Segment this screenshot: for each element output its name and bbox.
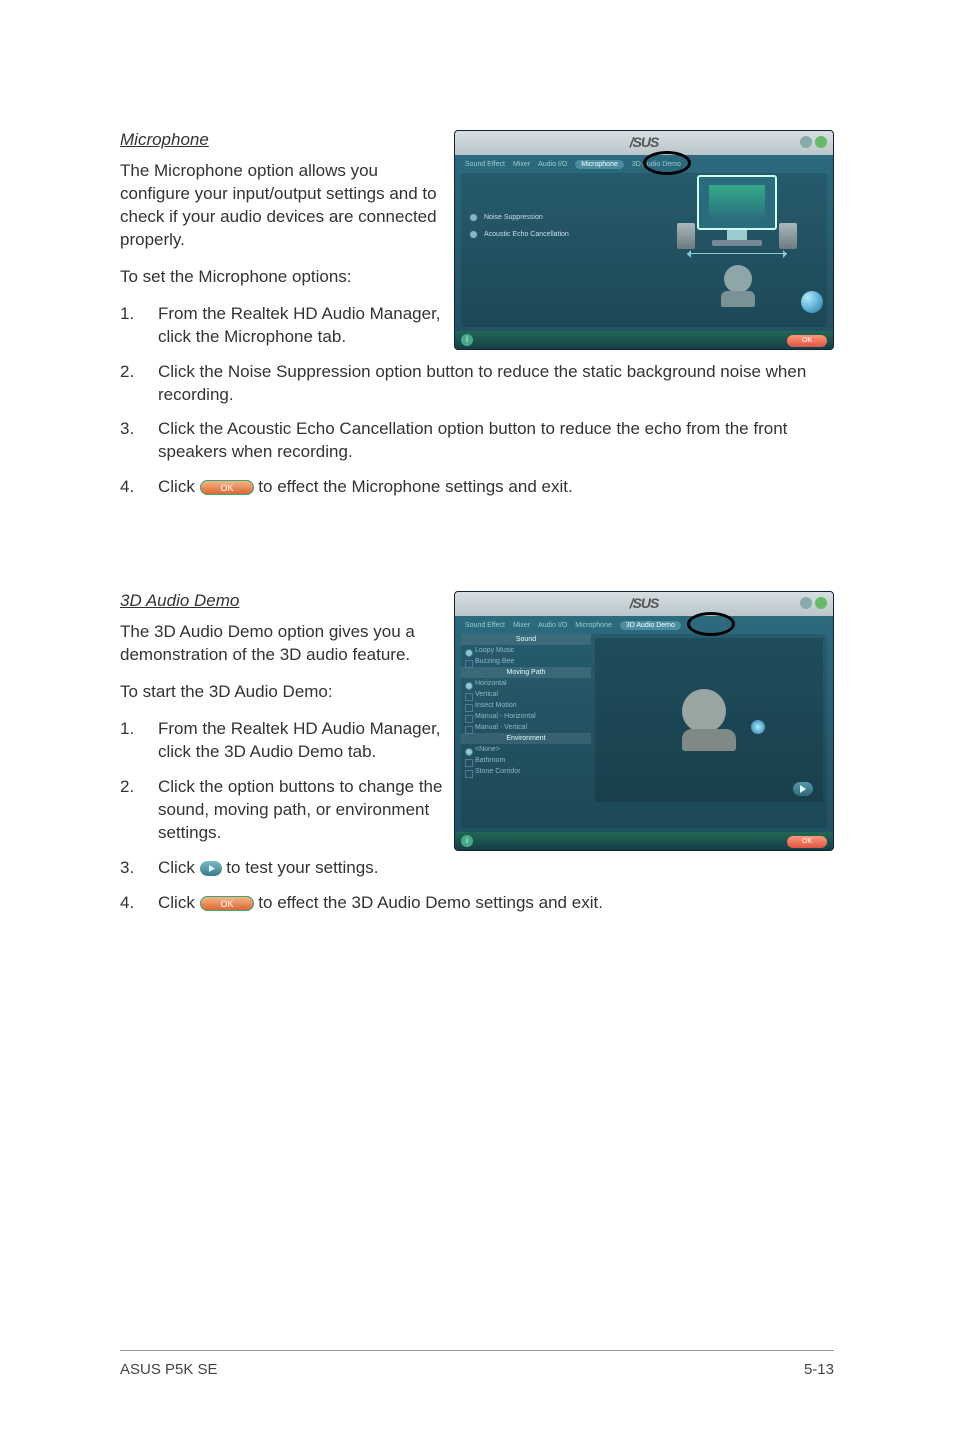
ok-button-icon: OK [200, 479, 254, 496]
item-man-h: Manual - Horizontal [461, 711, 591, 722]
play-button-icon [200, 860, 222, 877]
close-icon [815, 597, 827, 609]
brand-logo: /SUS [630, 595, 659, 611]
play-icon [793, 782, 813, 796]
globe-icon [801, 291, 823, 313]
mic-step1: From the Realtek HD Audio Manager, click… [158, 303, 450, 349]
tab-audio-io: Audio I/O [538, 622, 567, 629]
minimize-icon [800, 597, 812, 609]
text-fragment: Click [158, 893, 200, 912]
mic-intro: The Microphone option allows you configu… [120, 160, 450, 252]
mic-step2: Click the Noise Suppression option butto… [158, 361, 834, 407]
item-bathroom: Bathroom [461, 755, 591, 766]
text-fragment: Click [158, 858, 200, 877]
mic-step3: Click the Acoustic Echo Cancellation opt… [158, 418, 834, 464]
info-icon: i [461, 334, 473, 346]
opt-noise-suppression: Noise Suppression [484, 214, 543, 221]
head-graphic [682, 689, 736, 751]
demo-step3: Click to test your settings. [158, 857, 834, 880]
demo-step1: From the Realtek HD Audio Manager, click… [158, 718, 450, 764]
item-loopy: Loopy Music [461, 645, 591, 656]
brand-logo: /SUS [630, 134, 659, 150]
demo-step4: Click OK to effect the 3D Audio Demo set… [158, 892, 834, 915]
group-path: Moving Path [461, 667, 591, 678]
text-fragment: to test your settings. [226, 858, 378, 877]
close-icon [815, 136, 827, 148]
opt-acoustic-echo: Acoustic Echo Cancellation [484, 231, 569, 238]
item-insect: Insect Motion [461, 700, 591, 711]
ok-button: OK [787, 335, 827, 347]
mic-toset: To set the Microphone options: [120, 266, 450, 289]
svg-text:OK: OK [220, 483, 233, 493]
step-num: 3. [120, 418, 158, 464]
orbit-ball-icon [751, 720, 765, 734]
demo-screenshot: /SUS Sound Effect Mixer Audio I/O Microp… [454, 591, 834, 851]
ok-button-icon: OK [200, 895, 254, 912]
item-none: <None> [461, 744, 591, 755]
monitor-graphic [677, 175, 797, 305]
mic-step4: Click OK to effect the Microphone settin… [158, 476, 834, 499]
demo-intro: The 3D Audio Demo option gives you a dem… [120, 621, 450, 667]
callout-circle [643, 151, 691, 175]
text-fragment: to effect the 3D Audio Demo settings and… [258, 893, 603, 912]
group-env: Environment [461, 733, 591, 744]
step-num: 1. [120, 303, 158, 349]
step-num: 1. [120, 718, 158, 764]
step-num: 4. [120, 476, 158, 499]
demo-step2: Click the option buttons to change the s… [158, 776, 450, 845]
item-buzz: Buzzing Bee [461, 656, 591, 667]
mic-screenshot: /SUS Sound Effect Mixer Audio I/O Microp… [454, 130, 834, 350]
tab-microphone: Microphone [575, 160, 624, 169]
group-sound: Sound [461, 634, 591, 645]
radio-icon [469, 230, 478, 239]
tab-mixer: Mixer [513, 622, 530, 629]
radio-icon [469, 213, 478, 222]
item-vertical: Vertical [461, 689, 591, 700]
text-fragment: Click [158, 477, 200, 496]
tab-3d-demo: 3D Audio Demo [620, 621, 681, 630]
svg-text:OK: OK [220, 899, 233, 909]
tab-audio-io: Audio I/O [538, 161, 567, 168]
step-num: 3. [120, 857, 158, 880]
minimize-icon [800, 136, 812, 148]
tab-microphone: Microphone [575, 622, 612, 629]
item-horizontal: Horizontal [461, 678, 591, 689]
tab-mixer: Mixer [513, 161, 530, 168]
info-icon: i [461, 835, 473, 847]
item-stone: Stone Corridor [461, 766, 591, 777]
step-num: 2. [120, 361, 158, 407]
tab-sound-effect: Sound Effect [465, 161, 505, 168]
demo-tostart: To start the 3D Audio Demo: [120, 681, 450, 704]
step-num: 2. [120, 776, 158, 845]
tab-sound-effect: Sound Effect [465, 622, 505, 629]
footer-left: ASUS P5K SE [120, 1361, 218, 1378]
ok-button: OK [787, 836, 827, 848]
step-num: 4. [120, 892, 158, 915]
footer-right: 5-13 [804, 1361, 834, 1378]
item-man-v: Manual - Vertical [461, 722, 591, 733]
text-fragment: to effect the Microphone settings and ex… [258, 477, 572, 496]
